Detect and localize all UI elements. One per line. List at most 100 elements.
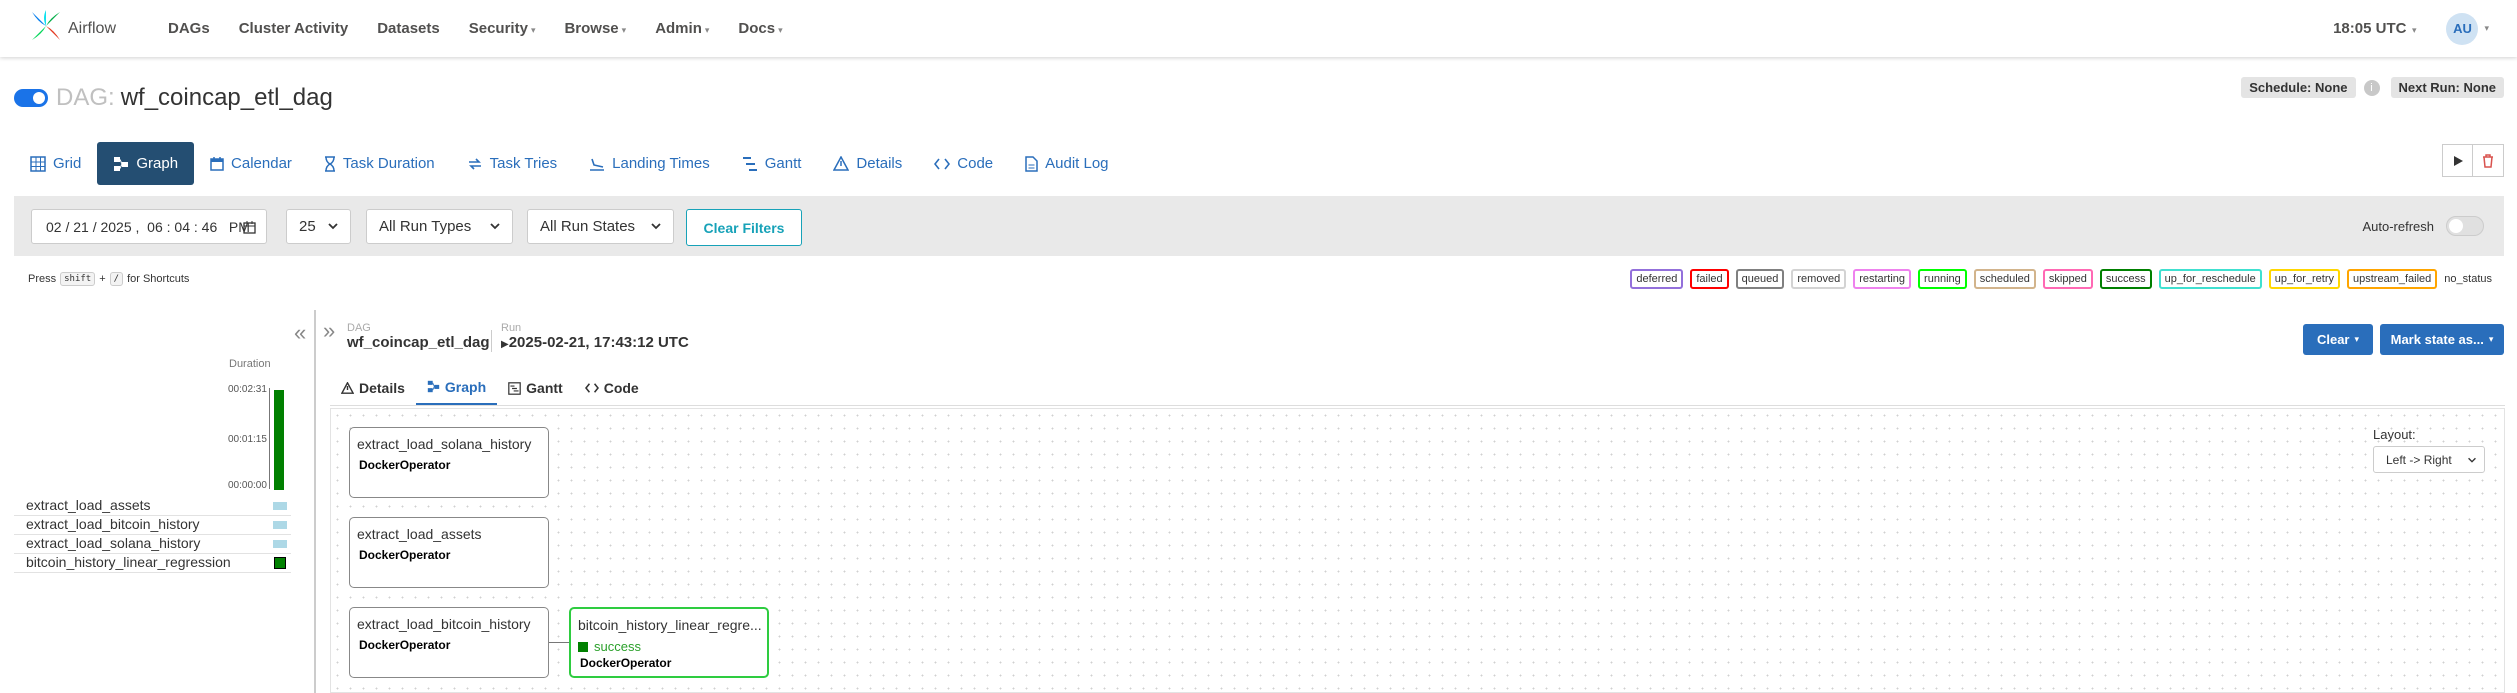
nav-datasets-label: Datasets xyxy=(377,20,440,37)
nav-docs-label: Docs xyxy=(738,20,776,37)
duration-label: Duration xyxy=(229,358,271,370)
file-icon xyxy=(1025,155,1038,172)
auto-refresh-toggle[interactable] xyxy=(2446,216,2484,236)
layout-select[interactable]: Left -> Right xyxy=(2373,446,2485,473)
timezone-menu[interactable]: 18:05 UTC ▾ xyxy=(2333,20,2416,37)
detail-tab-gantt[interactable]: Gantt xyxy=(497,370,574,406)
task-row[interactable]: extract_load_assets xyxy=(14,497,291,516)
run-duration-bar[interactable] xyxy=(274,390,284,490)
task-name: bitcoin_history_linear_regression xyxy=(26,554,231,570)
chevron-down-icon xyxy=(2468,457,2476,463)
info-icon[interactable]: i xyxy=(2363,79,2380,96)
legend-running[interactable]: running xyxy=(1918,269,1967,289)
task-instance-cell[interactable] xyxy=(274,557,286,569)
nav-datasets[interactable]: Datasets xyxy=(377,20,440,37)
tab-graph[interactable]: Graph xyxy=(97,142,195,185)
schedule-badge: Schedule: None xyxy=(2241,77,2356,98)
breadcrumb-dag[interactable]: wf_coincap_etl_dag xyxy=(347,334,490,351)
filter-bar: 02 / 21 / 2025 , 06 : 04 : 46 PM 25 All … xyxy=(14,196,2504,256)
dag-pause-toggle[interactable] xyxy=(14,89,48,107)
nav-dags[interactable]: DAGs xyxy=(168,20,210,37)
nav-docs[interactable]: Docs ▾ xyxy=(738,20,782,37)
airflow-brand[interactable]: Airflow xyxy=(28,8,116,49)
legend-up-for-retry[interactable]: up_for_retry xyxy=(2268,269,2341,289)
graph-canvas[interactable]: extract_load_solana_history DockerOperat… xyxy=(330,408,2505,693)
tab-gantt[interactable]: Gantt xyxy=(726,142,818,185)
run-states-select[interactable]: All Run States xyxy=(527,209,674,244)
warning-triangle-icon xyxy=(341,382,354,394)
detail-tab-graph[interactable]: Graph xyxy=(415,370,498,406)
task-node-extract-load-bitcoin-history[interactable]: extract_load_bitcoin_history DockerOpera… xyxy=(349,607,549,678)
dependency-edge xyxy=(549,642,569,643)
legend-removed[interactable]: removed xyxy=(1791,269,1847,289)
run-types-select[interactable]: All Run Types xyxy=(366,209,513,244)
task-instance-cell[interactable] xyxy=(273,540,287,548)
task-row[interactable]: extract_load_bitcoin_history xyxy=(14,516,291,535)
user-avatar[interactable]: AU xyxy=(2446,12,2479,45)
clear-filters-button[interactable]: Clear Filters xyxy=(686,209,802,246)
task-node-extract-load-solana-history[interactable]: extract_load_solana_history DockerOperat… xyxy=(349,427,549,498)
legend-skipped[interactable]: skipped xyxy=(2042,269,2093,289)
tab-audit-log[interactable]: Audit Log xyxy=(1009,142,1124,185)
legend-upstream-failed[interactable]: upstream_failed xyxy=(2347,269,2438,289)
num-runs-select[interactable]: 25 xyxy=(286,209,351,244)
nav-security[interactable]: Security ▾ xyxy=(469,20,536,37)
task-instance-cell[interactable] xyxy=(273,521,287,529)
chevron-down-icon: ▾ xyxy=(2488,334,2494,344)
task-instance-cell[interactable] xyxy=(273,502,287,510)
tab-code-label: Code xyxy=(957,155,994,172)
task-node-operator: DockerOperator xyxy=(359,458,451,472)
task-node-bitcoin-history-linear-regression[interactable]: bitcoin_history_linear_regre... success … xyxy=(569,607,769,678)
legend-failed[interactable]: failed xyxy=(1690,269,1729,289)
panel-resizer[interactable] xyxy=(314,310,316,693)
tab-grid[interactable]: Grid xyxy=(14,142,97,185)
breadcrumb-run[interactable]: ▶2025-02-21, 17:43:12 UTC xyxy=(501,334,689,351)
task-node-operator: DockerOperator xyxy=(359,638,451,652)
layout-label: Layout: xyxy=(2373,427,2416,442)
tab-calendar[interactable]: Calendar xyxy=(194,142,308,185)
legend-deferred[interactable]: deferred xyxy=(1630,269,1684,289)
legend-success[interactable]: success xyxy=(2099,269,2152,289)
chevron-down-icon xyxy=(490,223,500,230)
legend-queued[interactable]: queued xyxy=(1735,269,1785,289)
detail-tab-code[interactable]: Code xyxy=(574,370,650,406)
tab-task-tries[interactable]: Task Tries xyxy=(451,142,574,185)
tab-code[interactable]: Code xyxy=(918,142,1009,185)
tab-details[interactable]: Details xyxy=(817,142,918,185)
retry-icon xyxy=(468,157,481,170)
mark-state-button[interactable]: Mark state as... ▾ xyxy=(2380,324,2504,355)
task-row[interactable]: bitcoin_history_linear_regression xyxy=(14,554,291,573)
tab-task-duration[interactable]: Task Duration xyxy=(308,142,451,185)
tab-audit-log-label: Audit Log xyxy=(1045,155,1109,172)
graph-icon xyxy=(114,156,129,171)
legend-up-for-reschedule[interactable]: up_for_reschedule xyxy=(2158,269,2262,289)
breadcrumb-run-label-text: 2025-02-21, 17:43:12 UTC xyxy=(508,334,689,351)
run-types-value: All Run Types xyxy=(379,218,472,235)
delete-dag-button[interactable] xyxy=(2473,144,2504,177)
clear-button-label: Clear xyxy=(2316,332,2350,347)
nav-cluster-activity[interactable]: Cluster Activity xyxy=(239,20,348,37)
calendar-icon xyxy=(210,157,224,171)
legend-scheduled[interactable]: scheduled xyxy=(1973,269,2036,289)
expand-details-icon[interactable]: » xyxy=(323,318,335,344)
base-date-input[interactable]: 02 / 21 / 2025 , 06 : 04 : 46 PM xyxy=(31,209,267,244)
task-node-extract-load-assets[interactable]: extract_load_assets DockerOperator xyxy=(349,517,549,588)
detail-tab-graph-label: Graph xyxy=(444,378,487,395)
success-status-icon xyxy=(578,641,588,652)
detail-tab-details[interactable]: Details xyxy=(330,370,416,406)
nav-cluster-activity-label: Cluster Activity xyxy=(238,20,349,37)
trigger-dag-button[interactable] xyxy=(2442,144,2473,177)
breadcrumb-dag-label: DAG xyxy=(347,322,371,334)
legend-no-status[interactable]: no_status xyxy=(2444,271,2492,287)
legend-restarting[interactable]: restarting xyxy=(1853,269,1912,289)
chevron-down-icon: ▾ xyxy=(2354,334,2360,344)
chevron-down-icon: ▾ xyxy=(704,25,710,35)
collapse-grid-icon[interactable]: « xyxy=(294,320,306,346)
nav-security-label: Security xyxy=(468,20,528,37)
clear-button[interactable]: Clear ▾ xyxy=(2303,324,2373,355)
tab-gantt-label: Gantt xyxy=(764,155,802,172)
nav-browse[interactable]: Browse ▾ xyxy=(564,20,626,37)
nav-admin[interactable]: Admin ▾ xyxy=(655,20,709,37)
task-row[interactable]: extract_load_solana_history xyxy=(14,535,291,554)
tab-landing-times[interactable]: Landing Times xyxy=(573,142,726,185)
